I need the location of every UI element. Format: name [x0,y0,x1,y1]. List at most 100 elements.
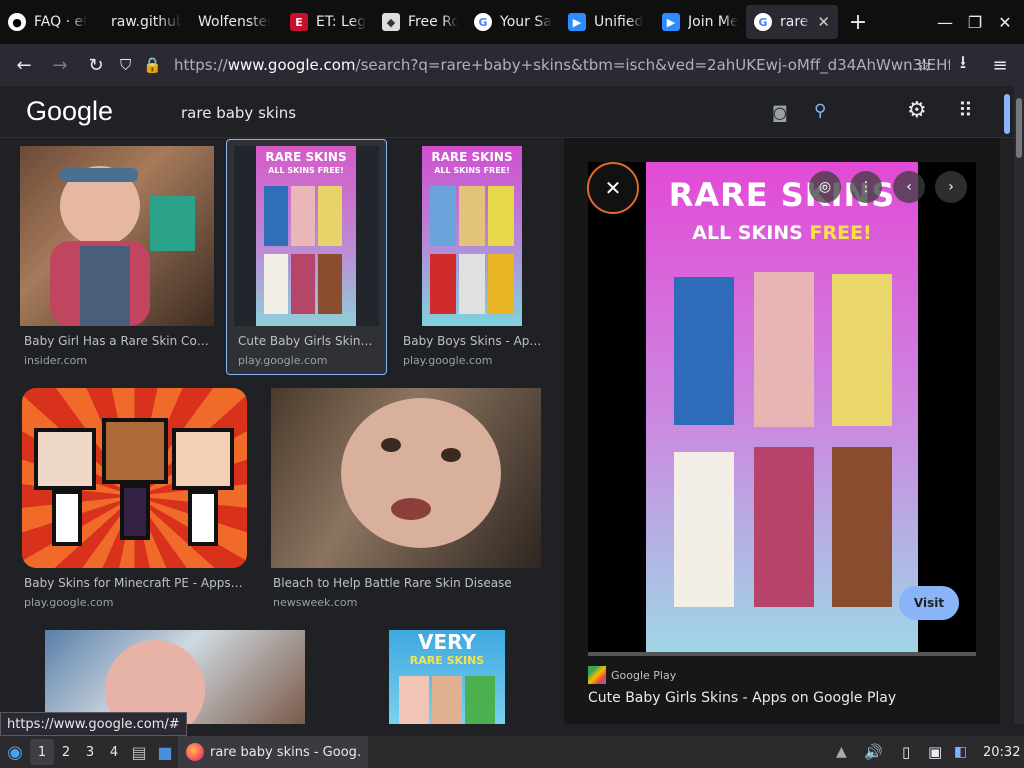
result-caption[interactable]: Baby Skins for Minecraft PE - Apps on … [24,576,246,590]
result-source: play.google.com [238,354,328,367]
result-image-very-rare-skins[interactable]: VERY RARE SKINS [389,630,505,724]
page-scrollbar[interactable] [1014,86,1024,724]
preview-page-title[interactable]: Cute Baby Girls Skins - Apps on Google P… [588,690,896,706]
workspace-4[interactable]: 4 [102,739,126,765]
result-image-cute-baby-girls-skins[interactable]: RARE SKINS ALL SKINS FREE! [234,146,379,326]
notification-icon[interactable]: ◧ [954,744,967,760]
visual-search-icon[interactable]: ◎ [809,171,841,203]
minecraft-skins-art-2 [264,254,342,314]
tab-label: Join Me [688,14,738,30]
file-manager-icon[interactable]: ▤ [126,743,152,762]
tab-raw-githubusercontent[interactable]: raw.githubu [95,0,190,44]
workspace-2[interactable]: 2 [54,739,78,765]
roblox-icon: ◆ [382,13,400,31]
result-image-baby-partial[interactable] [45,630,305,724]
menu-icon[interactable]: ≡ [982,44,1018,86]
tab-label: FAQ · et [34,14,87,30]
tab-your-saved[interactable]: G Your Sa [466,0,560,44]
result-image-baby-skins-minecraft-pe[interactable] [22,388,247,568]
workspace-1[interactable]: 1 [30,739,54,765]
clipboard-icon[interactable]: ▯ [902,743,910,761]
close-preview-button[interactable]: ✕ [587,162,639,214]
window-close-icon[interactable]: ✕ [990,0,1020,44]
clock[interactable]: 20:32 [983,745,1020,760]
result-image-baby-boys-skins[interactable]: RARE SKINS ALL SKINS FREE! [422,146,522,326]
preview-scroll-line [588,652,976,656]
preview-image[interactable]: RARE SKINS ALL SKINS FREE! [646,162,918,652]
downloads-icon[interactable]: ⭳ [945,44,981,86]
tray-updates-icon[interactable]: ▲ [836,744,847,760]
new-tab-button[interactable]: + [838,10,878,35]
bookmark-star-icon[interactable]: ☆ [906,44,942,86]
result-caption[interactable]: Cute Baby Girls Skins - … [238,334,378,348]
google-images-page: Google rare baby skins ◙ ⚲ ⚙ ⠿ Baby Girl… [0,86,1014,724]
workspace-3[interactable]: 3 [78,739,102,765]
camera-icon[interactable]: ◙ [772,103,788,122]
result-source: insider.com [24,354,88,367]
search-input[interactable]: rare baby skins [181,104,296,122]
thumb-subtitle: RARE SKINS [409,654,485,667]
preview-title-free: FREE! [809,222,872,244]
result-caption[interactable]: Bleach to Help Battle Rare Skin Disease [273,576,541,590]
shield-icon[interactable]: ⛉ [120,56,131,74]
previous-image-icon[interactable]: ‹ [893,171,925,203]
result-image-bleach-rare-skin[interactable] [271,388,541,568]
minecraft-skins-art-2 [430,254,514,314]
thumb-subtitle: ALL SKINS FREE! [434,166,510,175]
panel-scrollbar-thumb[interactable] [1004,94,1010,134]
minecraft-skins-art [430,186,514,246]
url-host: www.google.com [227,56,356,74]
close-tab-icon[interactable]: ✕ [817,13,830,31]
tab-label: raw.githubu [111,14,182,30]
google-logo[interactable]: Google [26,96,113,127]
lock-icon[interactable]: 🔒 [143,56,162,74]
result-image-baby-girl[interactable] [20,146,214,326]
show-desktop-icon[interactable]: ■ [152,743,178,762]
tab-label: rare b [780,14,811,30]
tab-label: Free Ro [408,14,458,30]
search-box[interactable]: rare baby skins ◙ ⚲ [160,92,852,134]
tab-label: ET: Legi [316,14,366,30]
result-caption[interactable]: Baby Boys Skins - Apps… [403,334,543,348]
preview-source-name[interactable]: Google Play [611,669,676,682]
minimize-icon[interactable]: — [930,0,960,44]
scrollbar-thumb[interactable] [1016,98,1022,158]
result-source: play.google.com [24,596,114,609]
url-path: /search?q=rare+baby+skins&tbm=isch&ved=2… [355,56,950,74]
forward-arrow-icon[interactable]: → [42,44,78,86]
settings-gear-icon[interactable]: ⚙ [907,98,927,123]
maximize-icon[interactable]: ❐ [960,0,990,44]
result-source: play.google.com [403,354,493,367]
tab-et-legacy[interactable]: E ET: Legi [282,0,374,44]
preview-title-line2: ALL SKINS [692,222,810,244]
google-play-icon [588,666,606,684]
reload-icon[interactable]: ↻ [78,44,114,86]
link-status-tooltip: https://www.google.com/# [0,712,187,736]
back-arrow-icon[interactable]: ← [6,44,42,86]
visit-button[interactable]: Visit [899,586,959,620]
minecraft-skins-art [399,676,495,724]
tab-unified[interactable]: ▶ Unified [560,0,654,44]
github-icon: ● [8,13,26,31]
tab-join-meeting[interactable]: ▶ Join Me [654,0,746,44]
more-options-icon[interactable]: ⋮ [850,171,882,203]
tab-rare-baby-skins[interactable]: G rare b ✕ [746,5,838,39]
minecraft-skins-art [264,186,342,246]
et-logo-icon: E [290,13,308,31]
tab-strip: ● FAQ · et raw.githubu Wolfenstei E ET: … [0,0,1024,44]
result-caption[interactable]: Baby Girl Has a Rare Skin Condi… [24,334,210,348]
taskbar-window-firefox[interactable]: rare baby skins - Goog… [178,736,368,768]
apps-grid-icon[interactable]: ⠿ [958,98,973,122]
address-bar[interactable]: ⛉ 🔒 https://www.google.com/search?q=rare… [120,48,950,82]
volume-icon[interactable]: 🔊 [864,743,883,761]
taskbar: ◉ 1 2 3 4 ▤ ■ rare baby skins - Goog… ▲ … [0,736,1024,768]
thumb-title: RARE SKINS [265,150,347,164]
search-icon[interactable]: ⚲ [814,101,826,121]
next-image-icon[interactable]: › [935,171,967,203]
start-menu-icon[interactable]: ◉ [0,742,30,763]
tab-wolfenstein[interactable]: Wolfenstei [190,0,282,44]
tab-label: Unified [594,14,644,30]
network-icon[interactable]: ▣ [928,743,942,761]
tab-free-robux[interactable]: ◆ Free Ro [374,0,466,44]
tab-faq[interactable]: ● FAQ · et [0,0,95,44]
